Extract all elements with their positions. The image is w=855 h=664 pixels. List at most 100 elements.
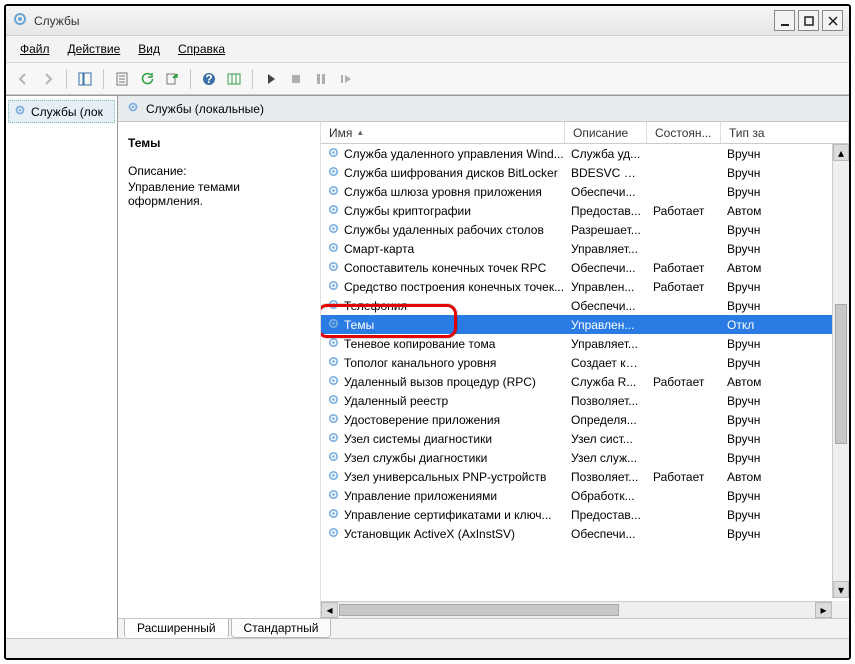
tab-standard[interactable]: Стандартный — [231, 619, 332, 638]
service-row[interactable]: Удаленный вызов процедур (RPC)Служба R..… — [321, 372, 849, 391]
menu-file[interactable]: Файл — [12, 39, 58, 59]
service-name: Узел системы диагностики — [344, 432, 492, 446]
service-type: Вручн — [721, 185, 849, 199]
scroll-up-button[interactable]: ▴ — [833, 144, 849, 161]
window-title: Службы — [34, 14, 768, 28]
start-service-button[interactable] — [260, 68, 282, 90]
service-name: Управление сертификатами и ключ... — [344, 508, 552, 522]
column-name[interactable]: Имя▲ — [321, 122, 565, 143]
service-icon — [327, 241, 340, 257]
service-row[interactable]: Тополог канального уровняСоздает ка...Вр… — [321, 353, 849, 372]
column-desc[interactable]: Описание — [565, 122, 647, 143]
service-row[interactable]: Управление приложениямиОбработк...Вручн — [321, 486, 849, 505]
service-desc: Узел служ... — [565, 451, 647, 465]
show-tree-button[interactable] — [74, 68, 96, 90]
export-button[interactable] — [161, 68, 183, 90]
tab-extended[interactable]: Расширенный — [124, 619, 229, 638]
service-type: Вручн — [721, 223, 849, 237]
table-header: Имя▲ Описание Состоян... Тип за — [321, 122, 849, 144]
service-row[interactable]: Сопоставитель конечных точек RPC Обеспечи… — [321, 258, 849, 277]
service-row[interactable]: Теневое копирование томаУправляет...Вруч… — [321, 334, 849, 353]
service-name: Темы — [344, 318, 374, 332]
service-row[interactable]: Узел универсальных PNP-устройствПозволяе… — [321, 467, 849, 486]
scrollbar-thumb[interactable] — [339, 604, 619, 616]
service-desc: Управляет... — [565, 242, 647, 256]
services-app-icon — [12, 11, 28, 30]
service-desc: Обеспечи... — [565, 261, 647, 275]
service-desc: Управляет... — [565, 337, 647, 351]
service-row[interactable]: Узел системы диагностики Узел сист... Вруч… — [321, 429, 849, 448]
service-type: Вручн — [721, 432, 849, 446]
menu-view[interactable]: Вид — [130, 39, 168, 59]
menu-action[interactable]: Действие — [60, 39, 129, 59]
gear-icon — [126, 100, 140, 117]
help-button[interactable]: ? — [198, 68, 220, 90]
restart-service-button — [335, 68, 357, 90]
service-name: Служба шифрования дисков BitLocker — [344, 166, 558, 180]
tree-node-services[interactable]: Службы (лок — [8, 100, 115, 123]
service-desc: Позволяет... — [565, 470, 647, 484]
selected-service-name: Темы — [128, 136, 310, 150]
service-type: Вручн — [721, 451, 849, 465]
vertical-scrollbar[interactable]: ▴ ▾ — [832, 144, 849, 598]
service-desc: Обеспечи... — [565, 299, 647, 313]
service-icon — [327, 336, 340, 352]
service-row[interactable]: Удостоверение приложенияОпределя...Вручн — [321, 410, 849, 429]
service-row[interactable]: Средство построения конечных точек...Упр… — [321, 277, 849, 296]
services-table: Имя▲ Описание Состоян... Тип за Служба у… — [320, 122, 849, 618]
service-type: Автом — [721, 261, 849, 275]
service-desc: Узел сист... — [565, 432, 647, 446]
service-desc: Обеспечи... — [565, 185, 647, 199]
scrollbar-thumb[interactable] — [835, 304, 847, 444]
service-desc: Служба R... — [565, 375, 647, 389]
scroll-down-button[interactable]: ▾ — [833, 581, 849, 598]
service-row[interactable]: Служба удаленного управления Wind...Служ… — [321, 144, 849, 163]
minimize-button[interactable] — [774, 10, 795, 31]
service-name: Смарт-карта — [344, 242, 414, 256]
horizontal-scrollbar[interactable]: ◂ ▸ — [321, 601, 832, 618]
service-type: Вручн — [721, 280, 849, 294]
service-row[interactable]: Службы удаленных рабочих столовРазрешает… — [321, 220, 849, 239]
service-type: Вручн — [721, 489, 849, 503]
service-name: Сопоставитель конечных точек RPC — [344, 261, 546, 275]
menu-help[interactable]: Справка — [170, 39, 233, 59]
service-row[interactable]: Смарт-карта Управляет... Вручн — [321, 239, 849, 258]
scroll-right-button[interactable]: ▸ — [815, 602, 832, 618]
service-row[interactable]: ТемыУправлен...Откл — [321, 315, 849, 334]
service-name: Телефония — [344, 299, 407, 313]
service-type: Откл — [721, 318, 849, 332]
refresh-button[interactable] — [136, 68, 158, 90]
tree-node-label: Службы (лок — [31, 105, 103, 119]
service-row[interactable]: Служба шифрования дисков BitLockerBDESVC… — [321, 163, 849, 182]
service-name: Службы криптографии — [344, 204, 471, 218]
titlebar: Службы — [6, 6, 849, 36]
service-row[interactable]: Службы криптографииПредостав...РаботаетА… — [321, 201, 849, 220]
service-icon — [327, 222, 340, 238]
properties-button[interactable] — [111, 68, 133, 90]
service-name: Установщик ActiveX (AxInstSV) — [344, 527, 515, 541]
service-state: Работает — [647, 470, 721, 484]
service-icon — [327, 298, 340, 314]
column-type[interactable]: Тип за — [721, 122, 849, 143]
tree-pane: Службы (лок — [6, 96, 118, 638]
service-type: Вручн — [721, 242, 849, 256]
service-row[interactable]: Управление сертификатами и ключ...Предос… — [321, 505, 849, 524]
service-icon — [327, 450, 340, 466]
service-row[interactable]: Удаленный реестрПозволяет...Вручн — [321, 391, 849, 410]
service-row[interactable]: Узел службы диагностикиУзел служ...Вручн — [321, 448, 849, 467]
service-row[interactable]: ТелефонияОбеспечи...Вручн — [321, 296, 849, 315]
service-type: Автом — [721, 204, 849, 218]
columns-button[interactable] — [223, 68, 245, 90]
service-icon — [327, 260, 340, 276]
service-row[interactable]: Установщик ActiveX (AxInstSV)Обеспечи...… — [321, 524, 849, 543]
service-row[interactable]: Служба шлюза уровня приложенияОбеспечи..… — [321, 182, 849, 201]
service-type: Автом — [721, 470, 849, 484]
service-state: Работает — [647, 375, 721, 389]
maximize-button[interactable] — [798, 10, 819, 31]
toolbar: ? — [6, 63, 849, 95]
close-button[interactable] — [822, 10, 843, 31]
scroll-left-button[interactable]: ◂ — [321, 602, 338, 618]
column-state[interactable]: Состоян... — [647, 122, 721, 143]
menubar: Файл Действие Вид Справка — [6, 36, 849, 63]
service-icon — [327, 184, 340, 200]
